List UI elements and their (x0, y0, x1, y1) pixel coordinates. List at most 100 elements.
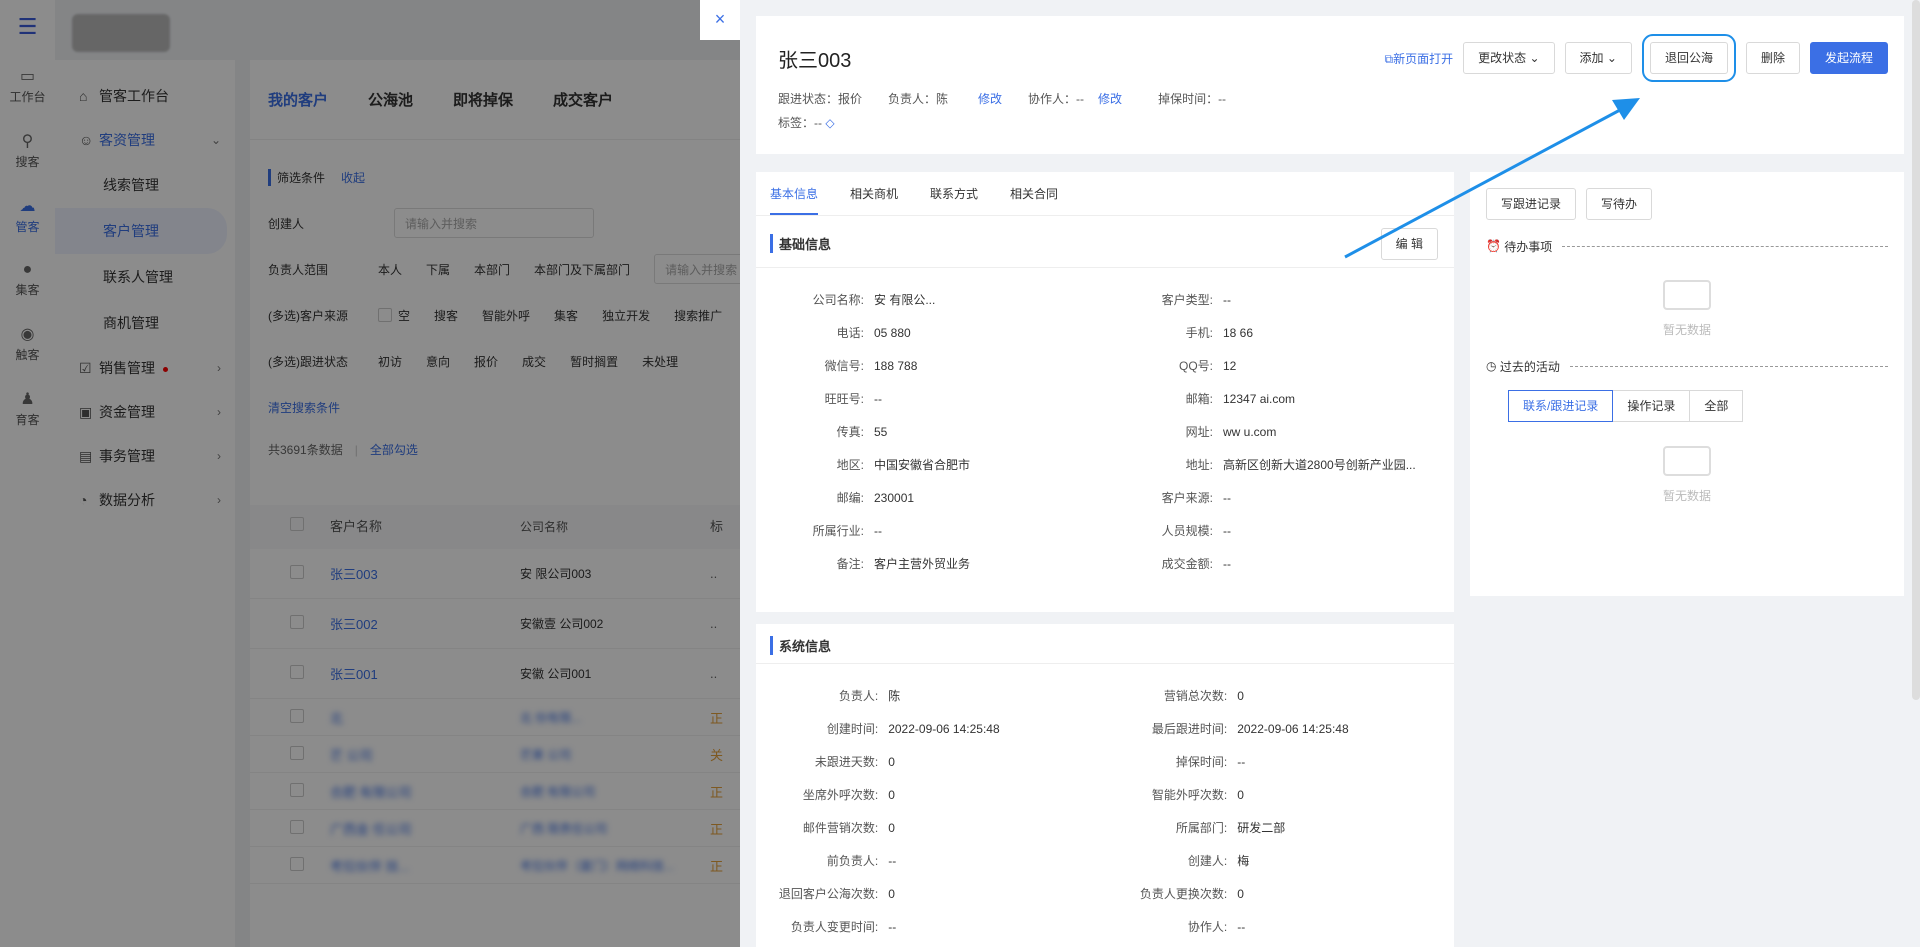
field-row: 传真: 55 (756, 416, 1105, 449)
field-row: 旺旺号: -- (756, 383, 1105, 416)
close-icon[interactable]: × (700, 0, 740, 40)
field-row: 地区: 中国安徽省合肥市 (756, 449, 1105, 482)
field-label: 地址: (1185, 458, 1213, 472)
field-row: 负责人更换次数: 0 (1105, 878, 1454, 911)
field-value: 中国安徽省合肥市 (874, 458, 971, 472)
field-value: 188 788 (874, 359, 918, 373)
modal-overlay[interactable] (0, 0, 740, 947)
empty-text: 暂无数据 (1662, 323, 1711, 337)
field-row: 未跟进天数: 0 (756, 746, 1105, 779)
todo-empty: 暂无数据 (1470, 256, 1904, 356)
field-label: 邮箱: (1185, 392, 1213, 406)
field-label: 手机: (1185, 326, 1213, 340)
edit-collab-link[interactable]: 修改 (1098, 92, 1122, 106)
customer-drawer: 张三003 跟进状态：报价 负责人：陈 修改 协作人：-- 修改 掉保时间：-- 标… (740, 0, 1920, 947)
field-value: 研发二部 (1237, 821, 1286, 835)
field-label: 创建人: (1187, 854, 1228, 868)
delete-button[interactable]: 删除 (1745, 42, 1800, 74)
field-row: 电话: 05 880 (756, 317, 1105, 350)
field-row: 创建时间: 2022-09-06 14:25:48 (756, 713, 1105, 746)
customer-meta: 跟进状态：报价 负责人：陈 修改 协作人：-- 修改 掉保时间：-- (778, 90, 1226, 107)
field-value: 12347 ai.com (1223, 392, 1296, 406)
field-value: ww u.com (1223, 425, 1277, 439)
field-row: 公司名称: 安 有限公... (756, 284, 1105, 317)
section-title: 基础信息 (770, 234, 831, 253)
tab-basic[interactable]: 基本信息 (770, 172, 819, 215)
field-label: 网址: (1185, 425, 1213, 439)
field-value: -- (1223, 491, 1231, 505)
field-label: 负责人变更时间: (790, 920, 879, 934)
activity-panel: 写跟进记录 写待办 ⏰ 待办事项 暂无数据 ◷ 过去的活动 联系/跟进记录 操作记… (1470, 172, 1904, 596)
field-label: 营销总次数: (1163, 689, 1228, 703)
protect-time: 掉保时间：-- (1158, 92, 1227, 106)
field-label: 协作人: (1187, 920, 1228, 934)
seg-all[interactable]: 全部 (1689, 390, 1744, 422)
field-row: 网址: ww u.com (1105, 416, 1454, 449)
field-label: 未跟进天数: (814, 755, 879, 769)
field-row: 负责人: 陈 (756, 680, 1105, 713)
tab-contacts[interactable]: 联系方式 (930, 172, 978, 215)
button-label: 更改状态 (1478, 51, 1527, 65)
chevron-down-icon: ⌄ (1606, 51, 1617, 65)
seg-follow[interactable]: 联系/跟进记录 (1508, 390, 1614, 422)
tab-opportunities[interactable]: 相关商机 (850, 172, 898, 215)
field-label: 人员规模: (1161, 524, 1213, 538)
follow-status: 跟进状态：报价 (778, 92, 863, 106)
field-row: 退回客户公海次数: 0 (756, 878, 1105, 911)
start-flow-button[interactable]: 发起流程 (1809, 42, 1888, 74)
field-row: 所属部门: 研发二部 (1105, 812, 1454, 845)
todo-title: 待办事项 (1504, 239, 1553, 254)
field-value: 梅 (1237, 854, 1250, 868)
field-label: 创建时间: (826, 722, 879, 736)
field-row: 营销总次数: 0 (1105, 680, 1454, 713)
field-row: 邮件营销次数: 0 (756, 812, 1105, 845)
field-row: 客户来源: -- (1105, 482, 1454, 515)
open-new-page-link[interactable]: ⧉新页面打开 (1385, 50, 1454, 67)
header-actions: ⧉新页面打开 更改状态 ⌄ 添加 ⌄ 退回公海 删除 发起流程 (1385, 34, 1888, 82)
scrollbar[interactable] (1912, 0, 1920, 700)
field-label: 旺旺号: (824, 392, 864, 406)
write-todo-button[interactable]: 写待办 (1586, 188, 1653, 220)
field-label: 传真: (836, 425, 864, 439)
field-row: 前负责人: -- (756, 845, 1105, 878)
field-row: 邮编: 230001 (756, 482, 1105, 515)
field-value: -- (1237, 920, 1246, 934)
tag-icon[interactable]: ◇ (825, 116, 834, 130)
edit-button[interactable]: 编 辑 (1380, 228, 1438, 260)
return-to-pool-button[interactable]: 退回公海 (1641, 34, 1736, 82)
field-value: 陈 (888, 689, 901, 703)
field-value: 0 (1237, 887, 1244, 901)
field-row: QQ号: 12 (1105, 350, 1454, 383)
past-title: 过去的活动 (1499, 359, 1560, 374)
drawer-header: 张三003 跟进状态：报价 负责人：陈 修改 协作人：-- 修改 掉保时间：-- 标… (756, 16, 1904, 154)
change-status-button[interactable]: 更改状态 ⌄ (1463, 42, 1555, 74)
seg-operations[interactable]: 操作记录 (1612, 390, 1691, 422)
field-value: 高新区创新大道2800号创新产业园... (1223, 458, 1416, 472)
field-label: 地区: (836, 458, 864, 472)
field-value: 0 (1237, 689, 1244, 703)
field-label: 客户来源: (1161, 491, 1213, 505)
clock-icon: ◷ (1486, 359, 1497, 373)
edit-owner-link[interactable]: 修改 (978, 92, 1002, 106)
field-row: 成交金额: -- (1105, 548, 1454, 581)
field-label: QQ号: (1178, 359, 1213, 373)
activity-empty: 暂无数据 (1470, 422, 1904, 522)
inbox-icon (1663, 446, 1711, 476)
field-value: 0 (888, 755, 895, 769)
field-value: 0 (888, 821, 895, 835)
field-label: 退回客户公海次数: (778, 887, 879, 901)
field-value: 2022-09-06 14:25:48 (888, 722, 1000, 736)
field-label: 成交金额: (1161, 557, 1213, 571)
detail-tabs: 基本信息 相关商机 联系方式 相关合同 (756, 172, 1454, 216)
customer-title: 张三003 (778, 50, 852, 72)
write-follow-button[interactable]: 写跟进记录 (1486, 188, 1577, 220)
field-label: 最后跟进时间: (1151, 722, 1228, 736)
system-fields: 负责人: 陈 营销总次数: 0 创建时间: 2022-09-06 14:25:48 最后跟进… (756, 664, 1454, 944)
field-value: 18 66 (1223, 326, 1254, 340)
field-value: 12 (1223, 359, 1237, 373)
field-label: 微信号: (824, 359, 864, 373)
tab-contracts[interactable]: 相关合同 (1010, 172, 1058, 215)
field-row: 客户类型: -- (1105, 284, 1454, 317)
field-label: 所属部门: (1175, 821, 1228, 835)
add-button[interactable]: 添加 ⌄ (1564, 42, 1632, 74)
